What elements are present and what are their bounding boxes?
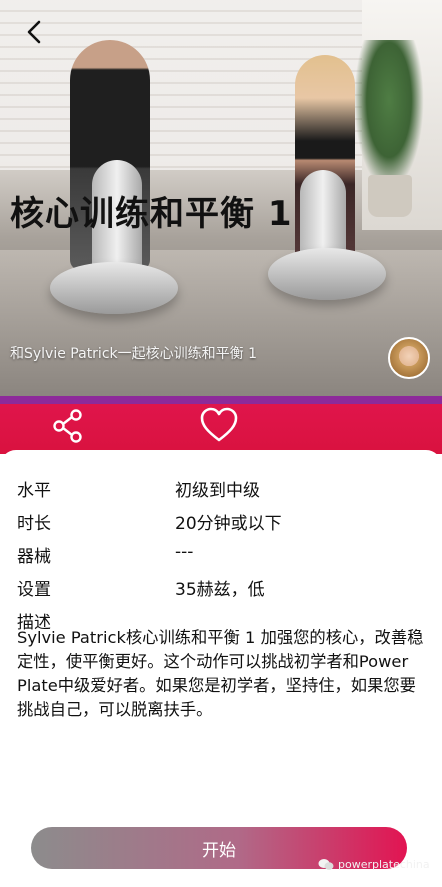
avatar[interactable] [388,337,430,379]
wechat-icon [318,859,334,870]
machine-plate-right [268,248,386,300]
page-subtitle: 和Sylvie Patrick一起核心训练和平衡 1 [10,346,257,362]
detail-label: 设置 [17,580,51,600]
detail-label: 时长 [17,514,51,534]
hero-bg-plant [354,40,424,190]
chevron-left-icon [27,20,41,44]
detail-value: 初级到中级 [175,481,260,501]
heart-outline-icon [200,407,238,442]
share-button[interactable] [50,408,86,444]
hero-bg-pot [368,175,412,217]
hero-image: 核心训练和平衡 1 和Sylvie Patrick一起核心训练和平衡 1 [0,0,442,396]
share-icon [53,409,82,443]
watermark: powerplatechina [318,858,430,871]
favorite-button[interactable] [199,406,239,444]
detail-value: --- [175,542,194,562]
description-text: Sylvie Patrick核心训练和平衡 1 加强您的核心，改善稳定性，使平衡… [17,628,424,719]
watermark-text: powerplatechina [338,858,430,871]
page-title: 核心训练和平衡 1 [10,194,293,234]
detail-label: 器械 [17,547,51,567]
detail-value: 35赫兹，低 [175,580,265,600]
detail-label: 水平 [17,481,51,501]
detail-value: 20分钟或以下 [175,514,282,534]
back-button[interactable] [18,16,50,48]
machine-plate-left [50,262,178,314]
